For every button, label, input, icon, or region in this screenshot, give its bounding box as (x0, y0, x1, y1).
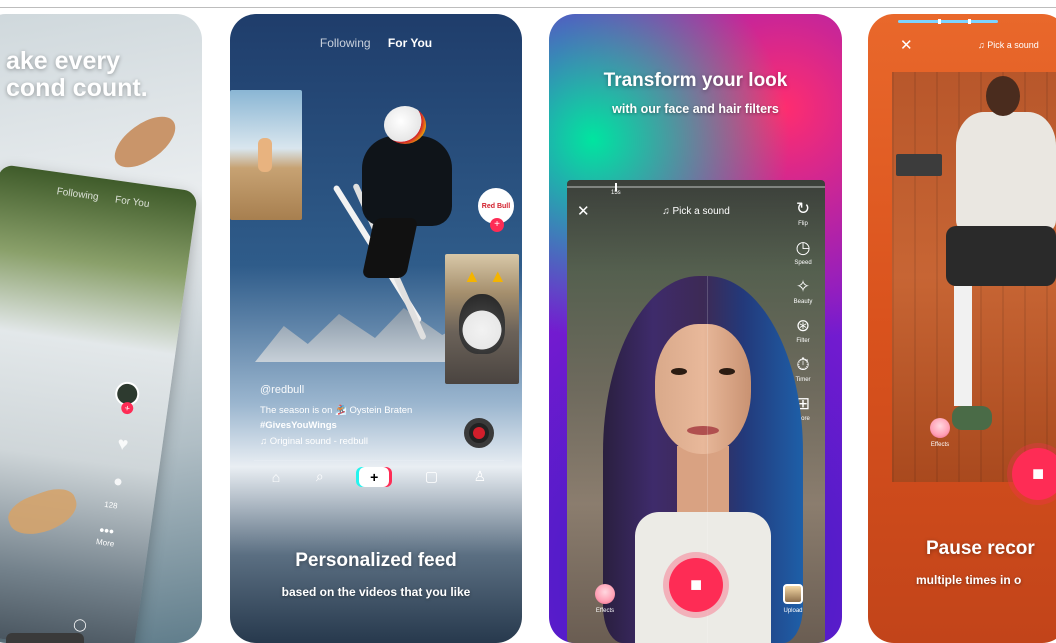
card2-headline: Personalized feed (295, 550, 457, 571)
record-button[interactable]: ■ (1012, 448, 1056, 500)
cat-video-thumbnail[interactable]: ▲▲ (445, 254, 519, 384)
neck (677, 446, 729, 516)
shorts (946, 226, 1056, 286)
flip-label: Flip (798, 221, 808, 227)
recording-progress-bar (898, 19, 998, 24)
flip-icon: ↻ (795, 199, 811, 218)
tab-following[interactable]: Following (56, 186, 99, 203)
cat-face (459, 294, 505, 354)
video-caption: The season is on 🏂 Oystein Braten (260, 405, 413, 416)
card2-subheadline: based on the videos that you like (281, 585, 471, 599)
feed-tabs: Following For You (56, 186, 164, 212)
skier-figure (322, 106, 472, 341)
red-bull-helmet (384, 106, 426, 144)
yoga-beach-thumbnail[interactable] (230, 90, 302, 220)
follow-plus-icon[interactable]: + (120, 401, 135, 415)
video-username[interactable]: @redbull (260, 384, 304, 396)
tab-for-you[interactable]: For You (114, 194, 150, 210)
close-icon[interactable]: ✕ (900, 36, 913, 54)
effects-button[interactable]: Effects (595, 584, 615, 614)
speed-label: Speed (794, 260, 812, 266)
effects-label: Effects (595, 608, 615, 614)
heart-icon[interactable]: ♥ (116, 433, 129, 455)
effects-icon (595, 584, 615, 604)
screenshot-card-make-every-second-count: ake every cond count. Following For You … (0, 14, 202, 643)
camera-preview: 15s ✕ ♫ Pick a sound ↻ Flip ◷ Speed ✧ Be… (567, 180, 825, 643)
head (986, 76, 1020, 116)
feed-tabs: Following For You (230, 36, 522, 50)
effects-button[interactable]: Effects (930, 418, 950, 448)
speed-icon: ◷ (795, 238, 811, 257)
effects-icon (930, 418, 950, 438)
skier-jacket (362, 136, 452, 226)
home-icon[interactable]: ⌂ (272, 469, 280, 485)
screenshot-card-transform-your-look: Transform your look with our face and ha… (549, 14, 842, 643)
profile-icon[interactable]: ♙ (474, 468, 487, 485)
screenshot-card-pause-recording: ✕ ♫ Pick a sound Effects ■ Pause recor m… (868, 14, 1056, 643)
record-button[interactable]: ■ (669, 558, 723, 612)
shoe (952, 406, 992, 430)
card3-subheadline: with our face and hair filters (612, 102, 779, 116)
pick-sound-button[interactable]: ♫ Pick a sound (567, 206, 825, 217)
leg (954, 286, 972, 406)
inbox-icon[interactable]: ▢ (425, 468, 438, 485)
upload-icon (783, 584, 803, 604)
like-count: 128 (103, 499, 119, 511)
pick-sound-button[interactable]: ♫ Pick a sound (978, 40, 1039, 50)
tab-following[interactable]: Following (320, 36, 371, 50)
comment-icon[interactable]: ● (112, 473, 124, 492)
more-label: More (95, 537, 115, 549)
cat-ear-filter-icon: ▲▲ (463, 266, 515, 286)
top-divider-line (0, 7, 1056, 8)
follow-plus-icon[interactable]: + (490, 218, 504, 232)
card3-headline: Transform your look (603, 70, 788, 91)
white-jacket (956, 112, 1056, 232)
spinning-disc-icon[interactable] (464, 418, 494, 448)
cliff-diver-figure (106, 106, 184, 178)
camera-preview: Effects ■ (892, 72, 1056, 500)
scroll-handle[interactable] (6, 633, 84, 643)
flip-button[interactable]: ↻ Flip (795, 199, 811, 228)
search-icon[interactable]: ⌕ (316, 468, 324, 485)
video-camera-icon: ■ (689, 573, 703, 596)
bottom-nav: ⌂ ⌕ + ▢ ♙ (254, 460, 504, 492)
lips (687, 426, 719, 435)
card1-headline: ake every cond count. (6, 47, 148, 102)
dancing-man-figure (926, 76, 1056, 476)
recording-progress-bar (567, 183, 825, 191)
eyes (671, 368, 735, 376)
upload-label: Upload (783, 608, 803, 614)
tab-for-you[interactable]: For You (388, 36, 432, 50)
diver-figure (3, 482, 83, 543)
video-hashtag[interactable]: #GivesYouWings (260, 420, 337, 431)
video-sound[interactable]: ♫ Original sound - redbull (260, 436, 368, 447)
card4-subheadline: multiple times in o (916, 573, 1022, 587)
create-icon[interactable]: + (359, 466, 390, 487)
card4-headline: Pause recor (926, 538, 1035, 559)
tilted-phone-screen: Following For You + ♥ ● 128 ••• More ⌂ ◯ (0, 164, 199, 643)
speed-button[interactable]: ◷ Speed (794, 238, 812, 267)
profile-icon[interactable]: ◯ (72, 617, 87, 633)
screenshot-card-personalized-feed: Following For You Red Bull + ▲▲ @redbull… (230, 14, 522, 643)
timer-label: 15s (611, 190, 621, 196)
video-camera-icon: ■ (1031, 462, 1045, 485)
upload-button[interactable]: Upload (783, 584, 803, 614)
effects-label: Effects (930, 442, 950, 448)
